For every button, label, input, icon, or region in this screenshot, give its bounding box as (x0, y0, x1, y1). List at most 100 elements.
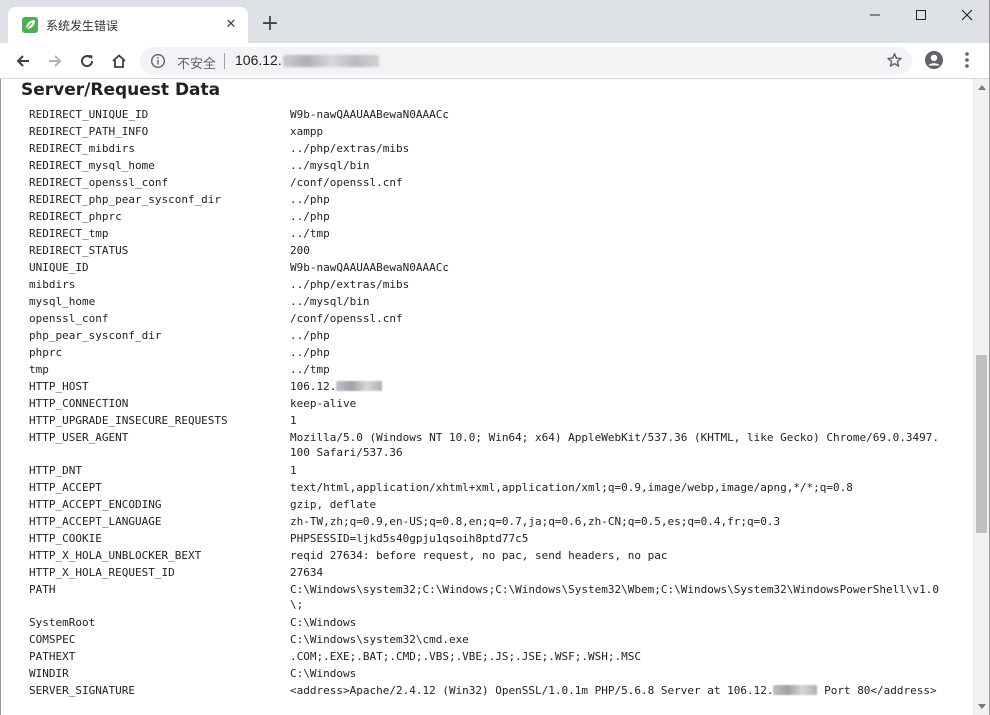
row-key: SERVER_SIGNATURE (29, 684, 135, 697)
row-value-text: PHPSESSID=ljkd5s40gpju1qsoih8ptd77c5 (290, 532, 529, 545)
table-row: REDIRECT_phprc ../php (29, 208, 949, 225)
table-row: HTTP_X_HOLA_REQUEST_ID 27634 (29, 564, 949, 581)
home-icon (112, 54, 126, 68)
table-row: HTTP_ACCEPT_LANGUAGE zh-TW,zh;q=0.9,en-US… (29, 513, 949, 530)
vertical-scrollbar[interactable] (973, 79, 989, 715)
row-key: UNIQUE_ID (29, 261, 89, 274)
row-value-text: W9b-nawQAAUAABewaN0AAACc (290, 261, 449, 274)
row-value: W9b-nawQAAUAABewaN0AAACc (290, 259, 942, 276)
row-value: /conf/openssl.cnf (290, 310, 942, 327)
row-value-text: ../mysql/bin (290, 159, 370, 172)
address-bar[interactable]: 不安全 106.12. (140, 47, 912, 75)
table-row: REDIRECT_STATUS 200 (29, 242, 949, 259)
redacted-ip (773, 685, 818, 695)
menu-kebab-icon[interactable] (960, 50, 974, 74)
forward-button[interactable] (41, 47, 69, 75)
row-key: REDIRECT_phprc (29, 210, 122, 223)
row-key: mysql_home (29, 295, 96, 308)
reload-button[interactable] (73, 47, 101, 75)
row-key: HTTP_ACCEPT (29, 481, 102, 494)
row-value-text: /conf/openssl.cnf (290, 312, 403, 325)
row-value: 1 (290, 412, 942, 429)
account-icon[interactable] (924, 50, 944, 74)
tab-active[interactable]: 系统发生错误 ✕ (8, 7, 248, 43)
row-value: ../tmp (290, 361, 942, 378)
table-row: HTTP_ACCEPT_ENCODING gzip, deflate (29, 496, 949, 513)
row-value-text: C:\Windows (290, 616, 357, 629)
table-row: REDIRECT_UNIQUE_ID W9b-nawQAAUAABewaN0AAA… (29, 106, 949, 123)
row-value: 200 (290, 242, 942, 259)
maximize-button[interactable] (898, 0, 944, 30)
row-value: ../php (290, 191, 942, 208)
table-row: HTTP_CONNECTION keep-alive (29, 395, 949, 412)
row-value: C:\Windows (290, 614, 942, 631)
row-value: 1 (290, 462, 942, 479)
row-value: W9b-nawQAAUAABewaN0AAACc (290, 106, 942, 123)
row-value: ../tmp (290, 225, 942, 242)
scroll-down-arrow-icon[interactable] (978, 704, 986, 709)
row-value-text: ../php (290, 346, 330, 359)
leaf-favicon-icon (22, 17, 38, 33)
redacted-ip (336, 381, 383, 391)
row-value: PHPSESSID=ljkd5s40gpju1qsoih8ptd77c5 (290, 530, 942, 547)
row-value-text: /conf/openssl.cnf (290, 176, 403, 189)
row-value: /conf/openssl.cnf (290, 174, 942, 191)
table-row: SERVER_SIGNATURE <address>Apache/2.4.12 (… (29, 682, 949, 699)
table-row: COMSPEC C:\Windows\system32\cmd.exe (29, 631, 949, 648)
table-row: mibdirs ../php/extras/mibs (29, 276, 949, 293)
row-key: SystemRoot (29, 616, 96, 629)
table-row: PATH C:\Windows\system32;C:\Windows;C:\Wi… (29, 581, 949, 612)
row-key: HTTP_DNT (29, 464, 82, 477)
row-value: 106.12. (290, 378, 942, 395)
row-value: <address>Apache/2.4.12 (Win32) OpenSSL/1… (290, 682, 942, 699)
row-key: PATHEXT (29, 650, 76, 663)
row-value: ../php (290, 344, 942, 361)
row-value: keep-alive (290, 395, 942, 412)
row-value: C:\Windows\system32\cmd.exe (290, 631, 942, 648)
table-row: HTTP_ACCEPT text/html,application/xhtml+x… (29, 479, 949, 496)
new-tab-button[interactable]: + (258, 12, 282, 36)
row-value-text: 1 (290, 414, 297, 427)
row-value-text: 200 (290, 244, 310, 257)
row-key: REDIRECT_mysql_home (29, 159, 155, 172)
maximize-icon (916, 10, 926, 20)
row-value-text: .COM;.EXE;.BAT;.CMD;.VBS;.VBE;.JS;.JSE;.… (290, 650, 641, 663)
row-value-text: ../tmp (290, 227, 330, 240)
row-key: REDIRECT_tmp (29, 227, 109, 240)
table-row: openssl_conf/conf/openssl.cnf (29, 310, 949, 327)
table-row: REDIRECT_PATH_INFO xampp (29, 123, 949, 140)
scroll-up-arrow-icon[interactable] (978, 85, 986, 90)
row-key: HTTP_CONNECTION (29, 397, 129, 410)
security-status-label[interactable]: 不安全 (177, 53, 216, 72)
row-value-part: <address>Apache/2.4.12 (Win32) OpenSSL/1… (290, 684, 774, 697)
table-row: REDIRECT_openssl_conf/conf/openssl.cnf (29, 174, 949, 191)
minimize-icon (870, 14, 880, 16)
page-viewport: Server/Request Data REDIRECT_UNIQUE_ID W9… (1, 79, 973, 715)
table-row: mysql_home ../mysql/bin (29, 293, 949, 310)
row-key: HTTP_COOKIE (29, 532, 102, 545)
table-row: SystemRoot C:\Windows (29, 614, 949, 631)
bookmark-star-icon[interactable] (886, 52, 903, 73)
window-close-button[interactable] (944, 0, 990, 30)
table-row: php_pear_sysconf_dir ../php (29, 327, 949, 344)
row-key: REDIRECT_mibdirs (29, 142, 135, 155)
window-close-icon (961, 9, 973, 21)
row-value: ../php (290, 208, 942, 225)
table-row: phprc ../php (29, 344, 949, 361)
minimize-button[interactable] (852, 0, 898, 30)
table-row: UNIQUE_ID W9b-nawQAAUAABewaN0AAACc (29, 259, 949, 276)
row-value-text: gzip, deflate (290, 498, 377, 511)
row-value: .COM;.EXE;.BAT;.CMD;.VBS;.VBE;.JS;.JSE;.… (290, 648, 942, 665)
row-value-text: ../php (290, 329, 330, 342)
row-value-text: Mozilla/5.0 (Windows NT 10.0; Win64; x64… (290, 431, 940, 459)
scrollbar-thumb[interactable] (976, 355, 987, 533)
info-icon[interactable] (150, 53, 166, 73)
home-button[interactable] (105, 47, 133, 75)
row-value: text/html,application/xhtml+xml,applicat… (290, 479, 942, 496)
row-value: zh-TW,zh;q=0.9,en-US;q=0.8,en;q=0.7,ja;q… (290, 513, 942, 530)
back-button[interactable] (9, 47, 37, 75)
tab-title: 系统发生错误 (46, 19, 119, 33)
tab-close-icon[interactable]: ✕ (222, 16, 240, 34)
row-value-text: 1 (290, 464, 297, 477)
url-text[interactable]: 106.12. (235, 52, 282, 68)
